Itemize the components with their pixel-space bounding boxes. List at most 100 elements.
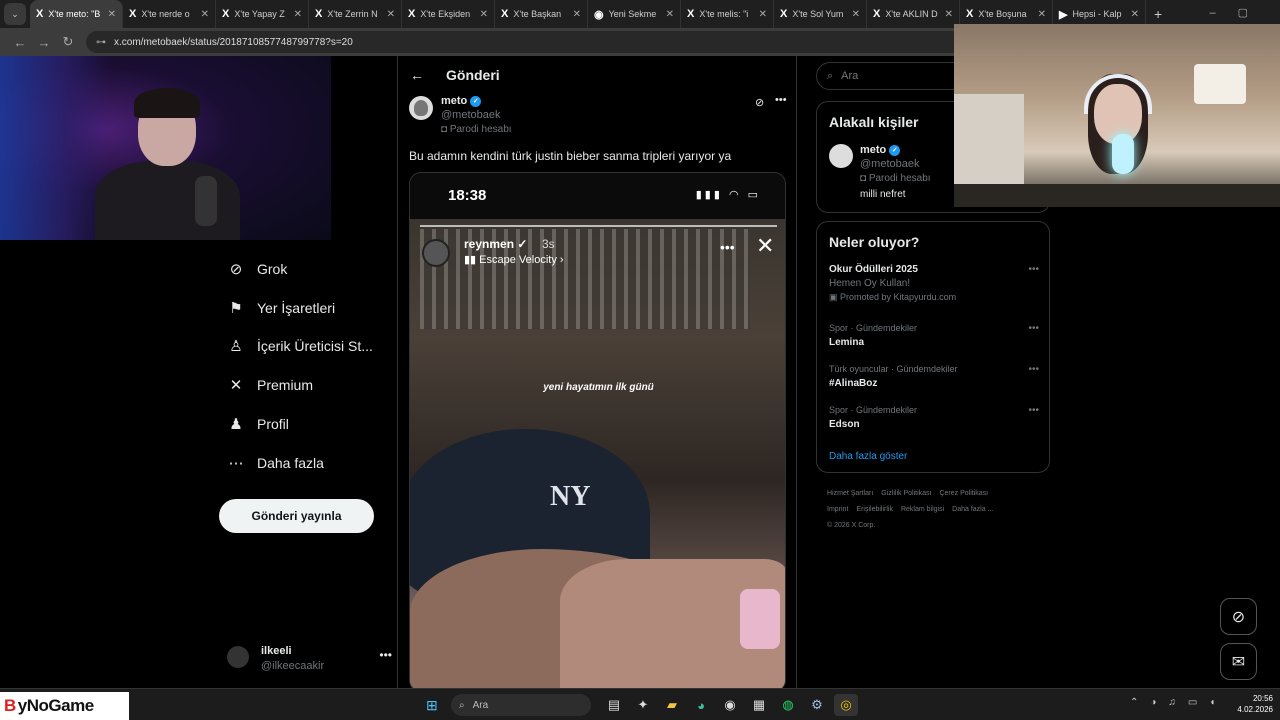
browser-tab[interactable]: X X'te Ekşiden ✕ [402,0,495,28]
profile-icon: ♟ [229,416,243,433]
footer-link[interactable]: © 2026 X Corp. [827,522,875,529]
show-more-link[interactable]: Daha fazla göster [829,451,907,462]
url-field[interactable]: ⊶ x.com/metobaek/status/2018710857748799… [86,31,986,53]
chrome-icon[interactable]: ◎ [834,694,858,716]
browser-tab[interactable]: X X'te Zerrin N ✕ [309,0,402,28]
trend-item[interactable]: Spor · Gündemdekiler Edson ••• [829,405,1039,430]
footer-link[interactable]: Imprint [827,506,848,513]
browser-tab[interactable]: X X'te meto: "B ✕ [30,0,123,28]
obs-icon[interactable]: ◉ [718,694,742,716]
trends-title: Neler oluyor? [829,234,920,250]
browser-tab[interactable]: X X'te AKLIN D ✕ [867,0,960,28]
microphone-shape [195,176,217,226]
nav-item-label: Yer İşaretleri [257,300,336,316]
lamp-shape [1194,64,1246,104]
trend-more-icon[interactable]: ••• [1028,364,1039,375]
browser-tab[interactable]: X X'te Başkan ✕ [495,0,588,28]
author-avatar[interactable] [409,96,433,120]
trend-title: #AlinaBoz [829,378,878,389]
grok-fab-icon[interactable]: ⊘ [1220,598,1257,635]
whatsapp-icon[interactable]: ◍ [776,694,800,716]
steam-icon[interactable]: ⚙ [805,694,829,716]
task-view-icon[interactable]: ▤ [602,694,626,716]
trend-item[interactable]: Spor · Gündemdekiler Lemina ••• [829,323,1039,348]
copilot-icon[interactable]: ✦ [631,694,655,716]
back-arrow-icon[interactable]: ← [410,67,430,83]
more-icon[interactable]: ••• [379,648,392,662]
related-name[interactable]: meto ✓ [860,144,901,156]
tab-label: X'te melis: "i [699,9,749,19]
verified-badge-icon: ✓ [470,95,482,107]
browser-tab[interactable]: X X'te Sol Yum ✕ [774,0,867,28]
author-handle[interactable]: @metobaek [441,109,500,121]
related-bio: milli nefret [860,189,906,200]
site-info-icon[interactable]: ⊶ [96,37,106,48]
tab-close-icon[interactable]: ✕ [294,9,302,20]
tab-label: X'te nerde o [141,9,190,19]
verified-badge-icon: ✓ [889,144,901,156]
store-icon[interactable]: ▦ [747,694,771,716]
tab-close-icon[interactable]: ✕ [852,9,860,20]
account-name: ilkeeli [261,645,292,657]
taskbar-search[interactable]: ⌕ Ara [451,694,591,716]
reload-icon[interactable]: ↻ [56,34,80,50]
nav-item-grok[interactable]: ⊘ Grok [227,260,288,278]
tab-close-icon[interactable]: ✕ [573,9,581,20]
taskbar-clock[interactable]: 20:56 4.02.2026 [1233,693,1273,715]
tab-search-menu-icon[interactable]: ⌄ [4,3,26,25]
back-icon[interactable]: ← [8,35,32,50]
tab-close-icon[interactable]: ✕ [201,9,209,20]
browser-tab[interactable]: X X'te melis: "i ✕ [681,0,774,28]
taskbar-search-placeholder: Ara [472,699,489,711]
related-handle[interactable]: @metobaek [860,158,919,170]
tab-close-icon[interactable]: ✕ [666,9,674,20]
account-switcher[interactable]: ilkeeli @ilkeecaakir ••• [227,644,392,674]
file-explorer-icon[interactable]: ▰ [660,694,684,716]
grok-icon[interactable]: ⊘ [755,96,764,109]
new-tab-button[interactable]: + [1154,6,1162,22]
footer-link[interactable]: Daha fazla ... [952,506,993,513]
author-name[interactable]: meto ✓ [441,95,482,107]
tab-close-icon[interactable]: ✕ [480,9,488,20]
tab-label: X'te Yapay Z [234,9,285,19]
browser-tab[interactable]: X X'te nerde o ✕ [123,0,216,28]
browser-tab[interactable]: X X'te Yapay Z ✕ [216,0,309,28]
edge-icon[interactable]: ◕ [689,694,713,716]
windows-start-icon[interactable]: ⊞ [426,697,438,714]
nav-item-more[interactable]: ⋯ Daha fazla [227,454,324,472]
tab-close-icon[interactable]: ✕ [108,9,116,20]
messages-fab-icon[interactable]: ✉ [1220,643,1257,680]
url-text: x.com/metobaek/status/201871085774879977… [114,36,353,48]
post-media[interactable]: 18:38 ▮▮▮ ◠ ▭ reynmen ✓ 3s ▮▮ Escape Vel… [409,172,786,692]
tab-close-icon[interactable]: ✕ [1038,9,1046,20]
forward-icon[interactable]: → [32,35,56,50]
nav-item-creator-studio[interactable]: ♙ İçerik Üreticisi St... [227,337,373,355]
trend-item[interactable]: Türk oyuncular · Gündemdekiler #AlinaBoz •… [829,364,1039,389]
system-tray[interactable]: ⌃◑♫▭◖ [1130,697,1227,708]
post-button[interactable]: Gönderi yayınla [219,499,374,533]
tab-close-icon[interactable]: ✕ [1131,9,1139,20]
browser-tab[interactable]: ◉ Yeni Sekme ✕ [588,0,681,28]
post-more-icon[interactable]: ••• [775,94,787,106]
trend-more-icon[interactable]: ••• [1028,323,1039,334]
footer-link[interactable]: Hizmet Şartları [827,490,873,497]
tab-favicon-icon: X [36,8,44,20]
nav-item-profile[interactable]: ♟ Profil [227,415,289,433]
trend-title: Okur Ödülleri 2025 [829,264,918,275]
nav-item-bookmark[interactable]: ⚑ Yer İşaretleri [227,299,335,317]
footer-link[interactable]: Erişilebilirlik [856,506,893,513]
tab-close-icon[interactable]: ✕ [945,9,953,20]
avatar[interactable] [829,144,853,168]
tab-close-icon[interactable]: ✕ [759,9,767,20]
footer-link[interactable]: Reklam bilgisi [901,506,944,513]
footer-link[interactable]: Çerez Politikası [939,490,988,497]
trend-item[interactable]: Okur Ödülleri 2025 Hemen Oy Kullan! ▣ Prom… [829,264,1039,303]
nav-item-x-premium[interactable]: ✕ Premium [227,376,313,394]
streamer-body [95,161,240,240]
window-controls[interactable]: –▢ [1209,6,1270,19]
trend-more-icon[interactable]: ••• [1028,264,1039,275]
tab-label: X'te Sol Yum [792,9,844,19]
footer-link[interactable]: Gizlilik Politikası [881,490,931,497]
tab-close-icon[interactable]: ✕ [387,9,395,20]
trend-more-icon[interactable]: ••• [1028,405,1039,416]
